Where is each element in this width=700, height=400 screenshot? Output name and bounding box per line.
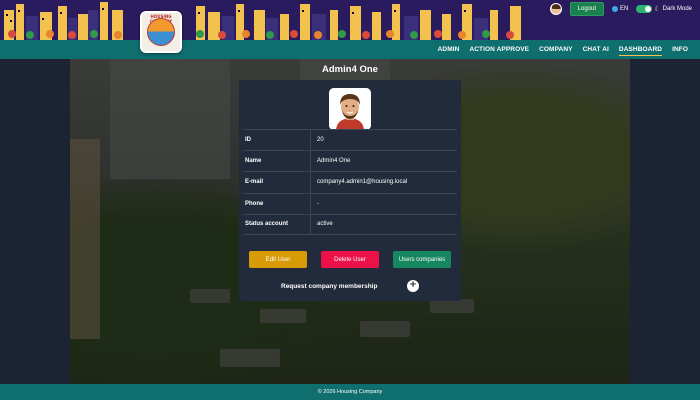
dark-mode-label: Dark Mode xyxy=(662,6,692,12)
membership-label: Request company membership xyxy=(281,282,378,290)
globe-icon xyxy=(612,6,619,12)
nav-item-admin[interactable]: ADMIN xyxy=(438,44,460,55)
company-membership-request: Request company membership + xyxy=(239,279,461,293)
table-row: ID 20 xyxy=(243,129,457,151)
delete-user-button[interactable]: Delete User xyxy=(321,251,379,268)
edit-user-button[interactable]: Edit User xyxy=(249,251,307,268)
language-label: EN xyxy=(620,6,629,12)
field-value: 20 xyxy=(317,137,324,144)
nav-item-info[interactable]: INFO xyxy=(672,44,688,55)
field-label: E-mail xyxy=(243,172,311,193)
dark-mode-control: ☾ Dark Mode xyxy=(636,5,692,13)
table-row: Status account active xyxy=(243,213,457,235)
user-avatar-icon[interactable] xyxy=(549,3,562,15)
table-row: Phone - xyxy=(243,192,457,214)
user-info-table: ID 20 Name Admin4 One E-mail company4.ad… xyxy=(243,129,457,235)
field-value: company4.admin1@housing.local xyxy=(317,179,408,186)
field-value: - xyxy=(317,200,319,207)
nav-item-company[interactable]: COMPANY xyxy=(539,44,572,55)
user-avatar-icon xyxy=(329,88,371,130)
nav-item-action-approve[interactable]: ACTION APPROVE xyxy=(469,44,529,55)
user-profile-card: ID 20 Name Admin4 One E-mail company4.ad… xyxy=(239,80,461,301)
footer-copyright: © 2026 Housing Company xyxy=(317,389,383,395)
nav-menu: ADMIN ACTION APPROVE COMPANY CHAT AI DAS… xyxy=(438,40,688,59)
footer: © 2026 Housing Company xyxy=(0,384,700,400)
field-value: Admin4 One xyxy=(317,158,351,165)
dark-mode-toggle[interactable] xyxy=(636,5,653,13)
user-controls: Logout EN ☾ Dark Mode xyxy=(549,2,692,16)
nav-item-chat-ai[interactable]: CHAT AI xyxy=(583,44,609,55)
logout-button[interactable]: Logout xyxy=(569,2,605,16)
company-logo[interactable]: HOUSING COMPANY xyxy=(140,11,182,53)
users-companies-button[interactable]: Users companies xyxy=(393,251,451,268)
action-buttons: Edit User Delete User Users companies xyxy=(249,251,451,268)
language-selector[interactable]: EN xyxy=(612,6,628,12)
add-membership-button[interactable]: + xyxy=(407,280,419,292)
user-avatar xyxy=(329,88,371,130)
field-value: active xyxy=(317,221,333,228)
field-label: ID xyxy=(243,130,311,151)
table-row: Name Admin4 One xyxy=(243,150,457,172)
header-banner: Logout EN ☾ Dark Mode xyxy=(0,0,700,40)
field-label: Name xyxy=(243,151,311,172)
moon-icon: ☾ xyxy=(654,6,661,13)
field-label: Status account xyxy=(243,214,311,234)
nav-item-dashboard[interactable]: DASHBOARD xyxy=(618,44,663,56)
logo-emblem-icon xyxy=(147,18,175,46)
profile-title: Admin4 One xyxy=(322,64,378,75)
field-label: Phone xyxy=(243,193,311,214)
table-row: E-mail company4.admin1@housing.local xyxy=(243,171,457,193)
